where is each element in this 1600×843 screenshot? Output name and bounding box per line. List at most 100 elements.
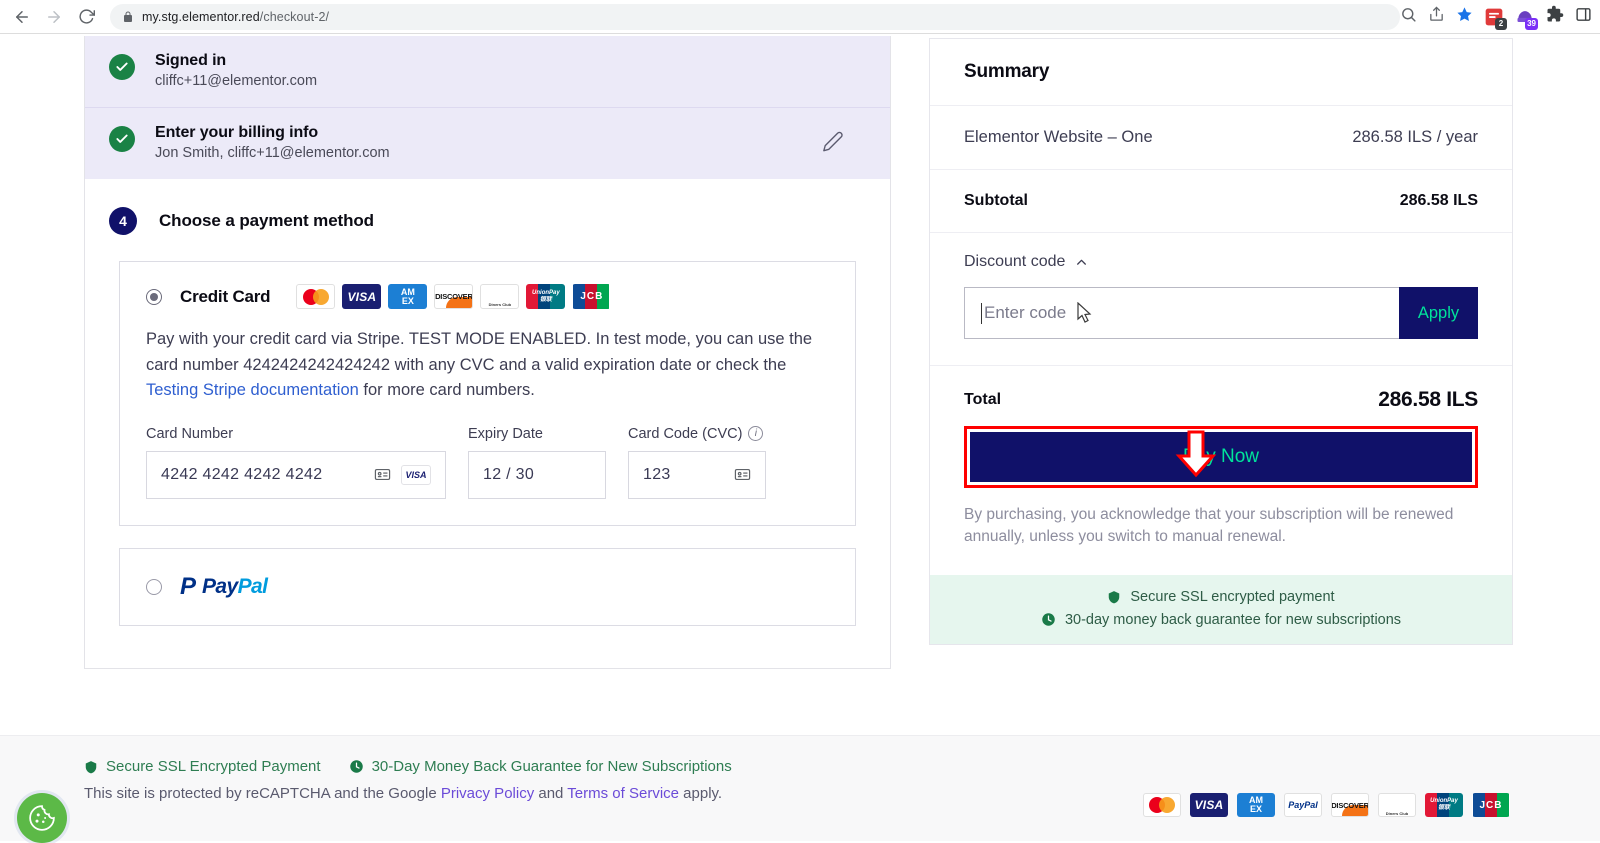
browser-nav-buttons	[0, 3, 100, 31]
mastercard-icon	[296, 284, 336, 309]
extensions-puzzle-icon[interactable]	[1546, 5, 1564, 28]
stripe-desc-part2: for more card numbers.	[358, 381, 535, 400]
back-button[interactable]	[8, 3, 36, 31]
stripe-description: Pay with your credit card via Stripe. TE…	[146, 327, 826, 404]
shield-icon	[85, 760, 97, 773]
forward-button[interactable]	[40, 3, 68, 31]
jcb-icon: JCB	[572, 284, 612, 309]
cvc-label: Card Code (CVC) i	[628, 426, 766, 442]
card-number-value: 4242 4242 4242 4242	[161, 465, 323, 483]
cvc-input[interactable]: 123	[628, 450, 766, 499]
text-caret	[981, 302, 982, 324]
summary-line-item: Elementor Website – One 286.58 ILS / yea…	[930, 106, 1512, 170]
step-subtitle: Jon Smith, cliffc+11@elementor.com	[155, 145, 390, 161]
annotation-arrow-icon	[1175, 430, 1217, 478]
expiry-input[interactable]: 12 / 30	[468, 450, 606, 499]
card-number-input[interactable]: 4242 4242 4242 4242 VISA	[146, 450, 446, 499]
step-choose-payment: 4 Choose a payment method	[85, 179, 890, 239]
step-number-badge: 4	[109, 207, 137, 235]
total-section: Total 286.58 ILS Pay Now By purchasing, …	[930, 366, 1512, 575]
pay-now-highlight-box: Pay Now	[964, 426, 1478, 488]
apply-discount-button[interactable]: Apply	[1399, 287, 1478, 339]
privacy-policy-link[interactable]: Privacy Policy	[441, 785, 534, 802]
unionpay-icon: UnionPay 银联	[1425, 793, 1463, 817]
side-panel-icon[interactable]	[1575, 6, 1592, 28]
visa-icon: VISA	[1190, 793, 1228, 817]
reload-button[interactable]	[72, 3, 100, 31]
cvc-value: 123	[643, 465, 671, 483]
extension-2-badge: 39	[1525, 17, 1538, 30]
checkout-card: Signed in cliffc+11@elementor.com Enter …	[84, 36, 891, 669]
cookie-consent-button[interactable]	[17, 793, 67, 843]
mouse-cursor	[1077, 302, 1092, 323]
paypal-radio[interactable]	[146, 578, 162, 595]
autofill-card-icon[interactable]	[374, 466, 391, 483]
check-icon	[109, 54, 135, 80]
discount-code-toggle[interactable]: Discount code	[964, 253, 1088, 271]
trust-ssl: Secure SSL encrypted payment	[1107, 589, 1335, 605]
summary-header: Summary	[930, 39, 1512, 106]
discount-section: Discount code Enter code Apply	[930, 233, 1512, 366]
star-icon[interactable]	[1456, 6, 1473, 28]
check-icon	[109, 126, 135, 152]
pay-now-button[interactable]: Pay Now	[970, 432, 1472, 482]
url-text: my.stg.elementor.red/checkout-2/	[142, 10, 329, 24]
step-billing-info[interactable]: Enter your billing info Jon Smith, cliff…	[85, 107, 890, 179]
testing-stripe-documentation-link[interactable]: Testing Stripe documentation	[146, 381, 359, 399]
renewal-note: By purchasing, you acknowledge that your…	[964, 506, 1454, 546]
back-arrow-icon	[16, 10, 28, 23]
footer-trust-guarantee-text: 30-Day Money Back Guarantee for New Subs…	[371, 758, 732, 775]
diners-club-icon: Diners Club	[1378, 793, 1416, 817]
reload-icon	[78, 9, 95, 24]
cvc-label-text: Card Code (CVC)	[628, 425, 743, 442]
discount-code-label: Discount code	[964, 253, 1066, 270]
url-host: my.stg.elementor.red	[142, 9, 260, 24]
autofill-card-icon[interactable]	[734, 466, 751, 483]
browser-chrome: my.stg.elementor.red/checkout-2/ 2 39	[0, 0, 1600, 34]
footer-left: Secure SSL Encrypted Payment 30-Day Mone…	[84, 758, 732, 802]
discover-icon: DISCOVER	[1331, 793, 1369, 817]
info-icon[interactable]: i	[748, 426, 764, 442]
payment-option-credit-card[interactable]: Credit Card VISA AM EX DISCOVER Diners Cl…	[119, 261, 856, 526]
terms-of-service-link[interactable]: Terms of Service	[567, 785, 679, 802]
step-title: Enter your billing info	[155, 124, 319, 141]
footer-trust-row: Secure SSL Encrypted Payment 30-Day Mone…	[84, 758, 732, 775]
payment-option-paypal[interactable]: P PayPal	[119, 547, 856, 626]
paypal-icon: PayPal	[1284, 793, 1322, 817]
visa-icon: VISA	[342, 284, 382, 309]
jcb-icon: JCB	[1472, 793, 1510, 817]
paypal-icon: P PayPal	[180, 572, 268, 600]
browser-toolbar-actions: 2 39 C	[1400, 5, 1600, 30]
summary-item-price: 286.58 ILS / year	[1352, 128, 1478, 146]
share-icon[interactable]	[1428, 6, 1445, 28]
footer-trust-guarantee: 30-Day Money Back Guarantee for New Subs…	[349, 758, 732, 775]
chevron-up-icon	[1077, 259, 1087, 265]
paypal-mark: P	[180, 572, 196, 600]
credit-card-radio[interactable]	[146, 288, 162, 305]
discount-code-placeholder: Enter code	[984, 303, 1067, 322]
summary-panel: Summary Elementor Website – One 286.58 I…	[929, 38, 1513, 645]
recaptcha-notice: This site is protected by reCAPTCHA and …	[84, 785, 732, 802]
summary-subtotal-row: Subtotal 286.58 ILS	[930, 170, 1512, 233]
detected-visa-icon: VISA	[401, 464, 431, 485]
step-signed-in[interactable]: Signed in cliffc+11@elementor.com	[85, 36, 890, 107]
pencil-icon	[823, 131, 843, 151]
paypal-label-pay: Pay	[202, 574, 238, 598]
zoom-search-icon[interactable]	[1400, 6, 1417, 28]
edit-billing-button[interactable]	[822, 130, 844, 157]
address-bar[interactable]: my.stg.elementor.red/checkout-2/	[110, 3, 1400, 30]
expiry-field-group: Expiry Date 12 / 30	[468, 426, 606, 499]
subtotal-label: Subtotal	[964, 192, 1028, 209]
mastercard-icon	[1143, 793, 1181, 817]
cvc-field-group: Card Code (CVC) i 123	[628, 426, 766, 499]
extension-icon-1[interactable]: 2	[1484, 7, 1507, 30]
discover-icon: DISCOVER	[434, 284, 474, 309]
discount-code-input[interactable]: Enter code	[964, 287, 1399, 339]
extension-icon-2[interactable]: 39	[1515, 7, 1538, 30]
summary-trust-band: Secure SSL encrypted payment 30-day mone…	[930, 574, 1512, 644]
paypal-label-pal: Pal	[237, 574, 268, 598]
unionpay-icon: UnionPay 银联	[526, 284, 566, 309]
page-footer: Secure SSL Encrypted Payment 30-Day Mone…	[0, 735, 1600, 841]
card-number-label: Card Number	[146, 425, 234, 442]
recaptcha-part1: This site is protected by reCAPTCHA and …	[84, 785, 441, 802]
